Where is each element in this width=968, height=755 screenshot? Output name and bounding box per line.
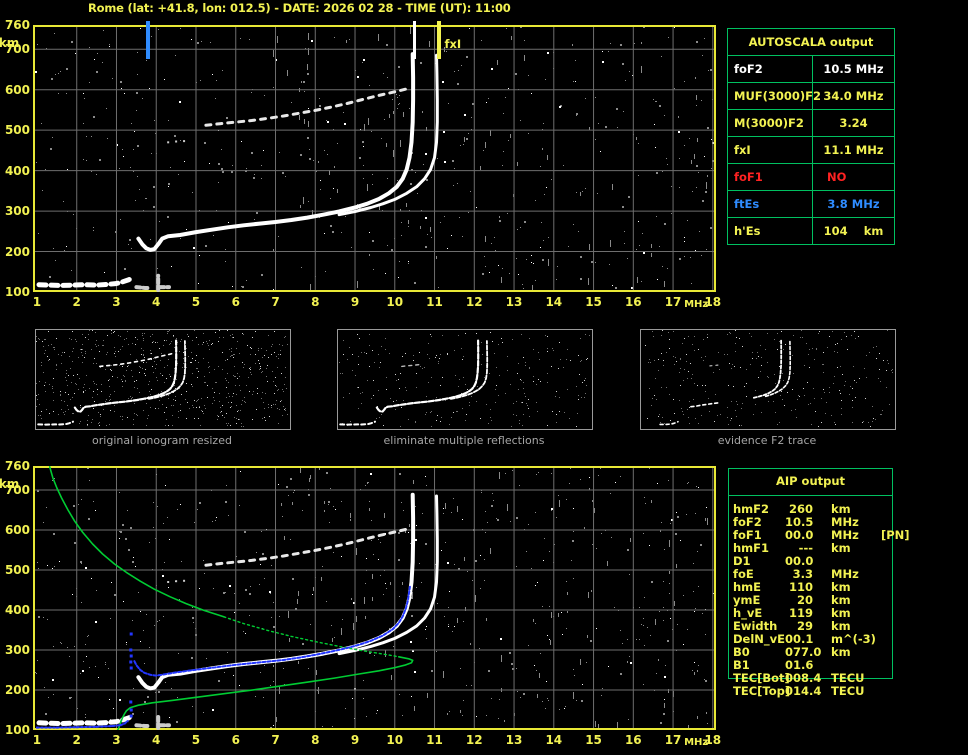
y-tick-label: 600 [4, 523, 30, 537]
x-tick-label: 7 [271, 733, 280, 747]
autoscala-param: foF2 [734, 62, 763, 76]
autoscala-row-h'Es: h'Es 104 km [728, 218, 894, 244]
x-tick-label: 10 [386, 295, 404, 309]
y-tick-label: 200 [4, 683, 30, 697]
y-tick-label: 300 [4, 643, 30, 657]
x-tick-label: 12 [465, 733, 483, 747]
thumbnail-caption-1: original ionogram resized [92, 434, 232, 447]
autoscala-value: 10.5 MHz [812, 56, 894, 82]
autoscala-row-ftEs: ftEs 3.8 MHz [728, 191, 894, 218]
autoscala-value: NO [812, 164, 894, 190]
autoscala-value: 104 km [812, 218, 894, 244]
marker-label-fxI: fxI [444, 37, 462, 51]
autoscala-row-MUF(3000)F2: MUF(3000)F2 34.0 MHz [728, 83, 894, 110]
x-tick-label: 8 [311, 733, 320, 747]
y-tick-label: 500 [4, 123, 30, 138]
autoscala-screen: { "title": "Rome (lat: +41.8, lon: 012.5… [0, 0, 968, 755]
autoscala-param: M(3000)F2 [734, 116, 804, 130]
aip-note: [PN] [881, 528, 910, 542]
x-tick-label: 11 [426, 295, 443, 309]
x-tick-label: 5 [191, 295, 201, 309]
autoscala-value: 3.8 MHz [812, 191, 894, 217]
x-tick-label: 16 [624, 295, 642, 309]
thumbnail-evidence-f2-trace [640, 329, 896, 430]
y-tick-label: 300 [4, 204, 30, 219]
x-tick-label: 12 [465, 295, 483, 309]
x-tick-label: 16 [624, 733, 642, 747]
thumbnail-caption-3: evidence F2 trace [717, 434, 817, 447]
y-tick-label: 760 [4, 18, 30, 32]
x-tick-label: 13 [505, 295, 523, 309]
thumbnail-original-ionogram [35, 329, 291, 430]
y-axis-unit: km [0, 477, 20, 491]
aip-row-TEC[Top]: TEC[Top]014.4 TECU [733, 685, 875, 698]
thumbnail-caption-2: eliminate multiple reflections [383, 434, 545, 447]
autoscala-value: 3.24 [812, 110, 894, 136]
x-tick-label: 5 [191, 733, 201, 747]
autoscala-param: ftEs [734, 197, 760, 211]
autoscala-param: h'Es [734, 224, 761, 238]
marker-tick-ftEs [146, 21, 151, 59]
x-tick-label: 9 [350, 733, 360, 747]
aip-label: TEC[Top] [733, 684, 791, 698]
y-tick-label: 600 [4, 82, 30, 97]
autoscala-row-foF2: foF2 10.5 MHz [728, 56, 894, 83]
x-tick-label: 2 [72, 733, 81, 747]
bottom-ionogram-plot [33, 466, 716, 730]
x-tick-label: 1 [32, 295, 42, 309]
x-tick-label: 14 [545, 295, 563, 309]
y-tick-label: 500 [4, 563, 30, 577]
x-axis-unit: MHz [684, 737, 709, 748]
x-tick-label: 3 [112, 295, 121, 309]
x-tick-label: 2 [72, 295, 81, 309]
aip-table-title: AIP output [775, 474, 846, 488]
y-axis-unit: km [0, 36, 20, 50]
autoscala-row-fxI: fxI 11.1 MHz [728, 137, 894, 164]
marker-tick-fxI [436, 21, 441, 59]
autoscala-row-foF1: foF1 NO [728, 164, 894, 191]
autoscala-table-title: AUTOSCALA output [728, 29, 894, 56]
autoscala-value: 34.0 MHz [812, 83, 894, 109]
aip-value: 014.4 [785, 684, 822, 698]
autoscala-row-M(3000)F2: M(3000)F2 3.24 [728, 110, 894, 137]
autoscala-param: fxI [734, 143, 751, 157]
x-tick-label: 6 [231, 295, 240, 309]
x-tick-label: 6 [231, 733, 240, 747]
aip-unit: km [831, 645, 851, 659]
x-tick-label: 13 [505, 733, 523, 747]
x-tick-label: 15 [585, 733, 602, 747]
x-tick-label: 4 [152, 733, 161, 747]
y-tick-label: 400 [4, 603, 30, 617]
autoscala-param: MUF(3000)F2 [734, 89, 822, 103]
top-ionogram-plot [33, 25, 716, 292]
marker-tick-foF2 [412, 21, 416, 59]
page-title: Rome (lat: +41.8, lon: 012.5) - DATE: 20… [88, 1, 511, 15]
x-tick-label: 14 [545, 733, 563, 747]
x-tick-label: 11 [426, 733, 443, 747]
x-tick-label: 15 [585, 295, 602, 309]
y-tick-label: 760 [4, 459, 30, 473]
y-tick-label: 400 [4, 163, 30, 178]
autoscala-output-table: AUTOSCALA output foF2 10.5 MHz MUF(3000)F2… [727, 28, 895, 245]
autoscala-param: foF1 [734, 170, 763, 184]
aip-unit: TECU [831, 684, 865, 698]
x-tick-label: 8 [311, 295, 320, 309]
x-tick-label: 1 [32, 733, 42, 747]
x-tick-label: 3 [112, 733, 121, 747]
autoscala-value: 11.1 MHz [812, 137, 894, 163]
thumbnail-eliminate-reflections [337, 329, 593, 430]
x-tick-label: 10 [386, 733, 404, 747]
x-tick-label: 4 [152, 295, 161, 309]
x-tick-label: 9 [350, 295, 360, 309]
y-tick-label: 200 [4, 244, 30, 259]
aip-table-divider [729, 495, 892, 496]
x-axis-unit: MHz [684, 299, 709, 310]
x-tick-label: 7 [271, 295, 280, 309]
aip-unit: km [831, 541, 851, 555]
